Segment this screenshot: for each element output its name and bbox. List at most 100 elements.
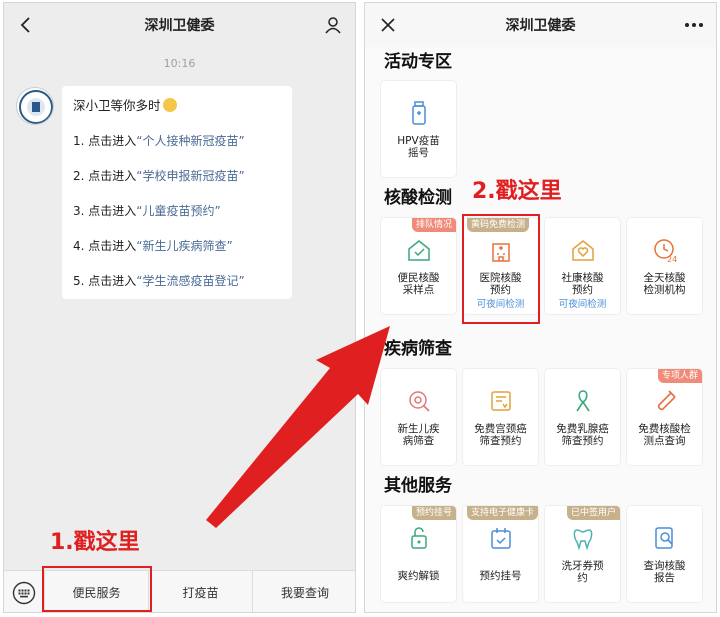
item-prefix: 5. 点击进入 bbox=[73, 274, 137, 288]
baby-search-icon bbox=[409, 391, 430, 412]
clock-24-icon: 24 bbox=[654, 239, 677, 264]
list-item[interactable]: 4. 点击进入“新生儿疾病筛查” bbox=[73, 237, 281, 255]
card-label-line1: HPV疫苗 bbox=[397, 135, 440, 147]
card-label: 爽约解锁 bbox=[381, 570, 456, 582]
more-icon[interactable] bbox=[682, 16, 706, 34]
services-title: 深圳卫健委 bbox=[505, 18, 576, 34]
calendar-check-icon bbox=[491, 528, 511, 549]
service-card-dental-voucher[interactable]: 已中签用户 洗牙券预约 bbox=[545, 506, 620, 602]
service-card-free-nucleic-points[interactable]: 专项人群 免费核酸检 测点查询 bbox=[627, 369, 702, 465]
list-item[interactable]: 1. 点击进入“个人接种新冠疫苗” bbox=[73, 132, 281, 150]
service-card-breast-screening[interactable]: 免费乳腺癌 筛查预约 bbox=[545, 369, 620, 465]
greeting-line: 深小卫等你多时 bbox=[73, 97, 281, 115]
avatar[interactable] bbox=[16, 87, 54, 125]
card-sublabel: 可夜间检测 bbox=[558, 299, 607, 310]
item-prefix: 1. 点击进入 bbox=[73, 134, 137, 148]
official-logo-icon bbox=[19, 90, 53, 124]
person-icon[interactable] bbox=[323, 15, 343, 35]
greeting-text: 深小卫等你多时 bbox=[73, 98, 161, 113]
card-label-line1: 新生儿疾 bbox=[397, 423, 440, 435]
card-label-line2: 预约 bbox=[572, 284, 593, 296]
card-label: 预约挂号 bbox=[463, 570, 538, 582]
keyboard-icon[interactable] bbox=[12, 581, 36, 605]
screenshot-canvas: 深圳卫健委 10:16 深小卫等你多时 1. 点击进入“个人接种新冠疫苗” 2.… bbox=[0, 0, 720, 617]
list-item[interactable]: 3. 点击进入“儿童疫苗预约” bbox=[73, 202, 281, 220]
card-label: 便民核酸 采样点 bbox=[381, 272, 456, 296]
item-link[interactable]: “个人接种新冠疫苗” bbox=[136, 134, 244, 148]
service-card-hpv[interactable]: HPV疫苗 摇号 bbox=[381, 81, 456, 177]
card-label-line1: 爽约解锁 bbox=[397, 570, 440, 582]
service-card-cervical-screening[interactable]: 免费宫颈癌 筛查预约 bbox=[463, 369, 538, 465]
card-label: 洗牙券预约 bbox=[545, 560, 620, 584]
item-link[interactable]: “儿童疫苗预约” bbox=[136, 204, 220, 218]
chat-screen: 深圳卫健委 10:16 深小卫等你多时 1. 点击进入“个人接种新冠疫苗” 2.… bbox=[3, 2, 356, 613]
message-time: 10:16 bbox=[163, 57, 196, 70]
card-label-line2: 约 bbox=[577, 572, 588, 584]
card-label: 免费乳腺癌 筛查预约 bbox=[545, 423, 620, 447]
card-label-line1: 查询核酸 bbox=[643, 560, 686, 572]
service-card-registration[interactable]: 支持电子健康卡 预约挂号 bbox=[463, 506, 538, 602]
card-label: 免费宫颈癌 筛查预约 bbox=[463, 423, 538, 447]
emoji-icon bbox=[162, 98, 177, 112]
document-filter-icon bbox=[491, 391, 511, 411]
vaccine-bottle-icon bbox=[412, 101, 426, 125]
card-badge: 专项人群 bbox=[657, 369, 702, 383]
card-label: HPV疫苗 摇号 bbox=[381, 135, 456, 159]
section-title: 疾病筛查 bbox=[384, 339, 452, 359]
card-label-line1: 免费宫颈癌 bbox=[474, 423, 527, 435]
section-title: 核酸检测 bbox=[384, 188, 452, 208]
step1-highlight-box bbox=[42, 566, 152, 612]
step2-highlight-box bbox=[462, 214, 540, 324]
card-badge: 预约挂号 bbox=[411, 506, 456, 520]
item-link[interactable]: “学生流感疫苗登记” bbox=[136, 274, 244, 288]
card-label-line1: 免费核酸检 bbox=[638, 423, 691, 435]
house-heart-icon bbox=[572, 240, 594, 261]
card-label: 查询核酸 报告 bbox=[627, 560, 702, 584]
card-label-line1: 洗牙券预 bbox=[561, 560, 604, 572]
item-link[interactable]: “学校申报新冠疫苗” bbox=[136, 169, 244, 183]
svg-text:24: 24 bbox=[667, 255, 677, 264]
card-label-line2: 病筛查 bbox=[402, 435, 435, 447]
menu-query[interactable]: 我要查询 bbox=[252, 571, 355, 612]
unlock-icon bbox=[411, 527, 427, 549]
list-item[interactable]: 2. 点击进入“学校申报新冠疫苗” bbox=[73, 167, 281, 185]
item-prefix: 3. 点击进入 bbox=[73, 204, 137, 218]
card-label-line2: 测点查询 bbox=[643, 435, 686, 447]
card-label-line1: 预约挂号 bbox=[479, 570, 522, 582]
card-label-line2: 采样点 bbox=[402, 284, 435, 296]
card-label: 新生儿疾 病筛查 bbox=[381, 423, 456, 447]
test-tube-icon bbox=[657, 390, 676, 411]
service-card-unlock-appointment[interactable]: 预约挂号 爽约解锁 bbox=[381, 506, 456, 602]
card-badge: 支持电子健康卡 bbox=[467, 506, 538, 520]
card-label-line2: 筛查预约 bbox=[479, 435, 522, 447]
card-badge: 已中签用户 bbox=[566, 506, 620, 520]
item-prefix: 2. 点击进入 bbox=[73, 169, 137, 183]
section-title: 其他服务 bbox=[384, 476, 452, 496]
card-label-line2: 摇号 bbox=[408, 147, 429, 159]
card-label-line2: 检测机构 bbox=[643, 284, 686, 296]
step1-annotation: 1.戳这里 bbox=[50, 530, 140, 555]
card-badge: 排队情况 bbox=[411, 218, 456, 232]
service-card-24h-nucleic[interactable]: 24 全天核酸 检测机构 bbox=[627, 218, 702, 314]
card-label-line1: 便民核酸 bbox=[397, 272, 440, 284]
card-label-line1: 全天核酸 bbox=[643, 272, 686, 284]
services-screen: 深圳卫健委 活动专区 核酸检测 疾病筛查 其他服务 HPV疫苗 摇号 排队情况 便… bbox=[364, 2, 717, 613]
house-check-icon bbox=[408, 240, 430, 261]
card-label-line1: 社康核酸 bbox=[561, 272, 604, 284]
service-card-sampling-point[interactable]: 排队情况 便民核酸 采样点 bbox=[381, 218, 456, 314]
section-title: 活动专区 bbox=[384, 52, 452, 72]
item-prefix: 4. 点击进入 bbox=[73, 239, 137, 253]
card-label-line2: 报告 bbox=[654, 572, 675, 584]
card-label-line2: 筛查预约 bbox=[561, 435, 604, 447]
card-label: 社康核酸 预约 bbox=[545, 272, 620, 296]
report-search-icon bbox=[655, 527, 673, 549]
menu-vaccination[interactable]: 打疫苗 bbox=[148, 571, 252, 612]
service-card-community-nucleic[interactable]: 社康核酸 预约 可夜间检测 bbox=[545, 218, 620, 314]
list-item[interactable]: 5. 点击进入“学生流感疫苗登记” bbox=[73, 272, 281, 290]
service-card-nucleic-report[interactable]: 查询核酸 报告 bbox=[627, 506, 702, 602]
message-bubble: 深小卫等你多时 1. 点击进入“个人接种新冠疫苗” 2. 点击进入“学校申报新冠… bbox=[62, 86, 292, 299]
card-label: 免费核酸检 测点查询 bbox=[627, 423, 702, 447]
services-header: 深圳卫健委 bbox=[365, 3, 716, 47]
item-link[interactable]: “新生儿疾病筛查” bbox=[136, 239, 232, 253]
service-card-newborn-screening[interactable]: 新生儿疾 病筛查 bbox=[381, 369, 456, 465]
